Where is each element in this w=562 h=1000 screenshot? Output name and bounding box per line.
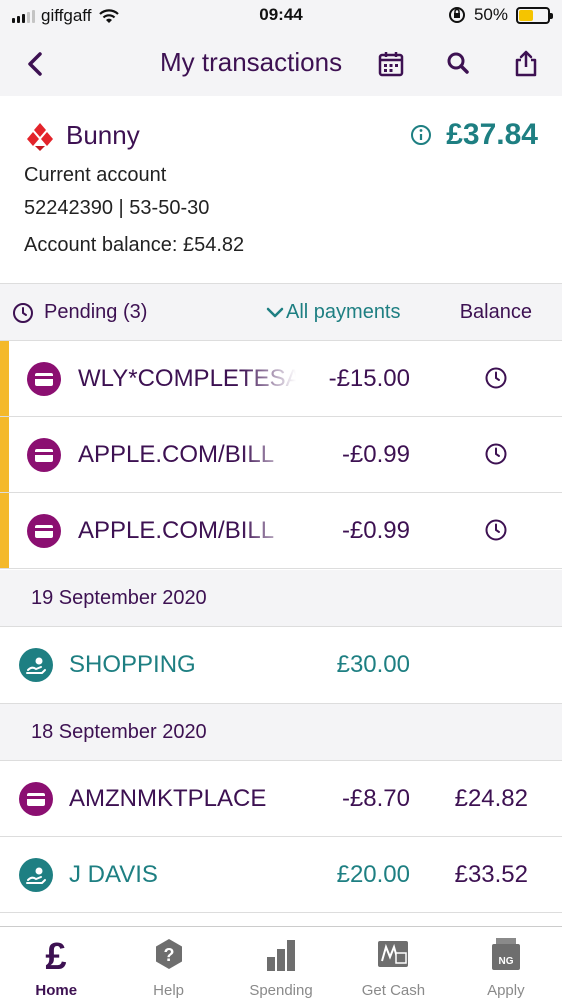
date-label: 19 September 2020 bbox=[31, 587, 207, 609]
filter-bar: Pending (3) All payments Balance bbox=[0, 284, 562, 341]
account-name: Bunny bbox=[66, 120, 140, 150]
tab-apply[interactable]: NG Apply bbox=[450, 927, 562, 1000]
pending-clock-icon bbox=[485, 443, 507, 465]
transaction-amount: £20.00 bbox=[336, 861, 410, 888]
card-payment-icon bbox=[27, 362, 61, 396]
tab-spending[interactable]: Spending bbox=[225, 927, 337, 1000]
transaction-amount: -£0.99 bbox=[341, 517, 410, 544]
pending-transaction-row[interactable]: WLY*COMPLETESA -£15.00 bbox=[0, 341, 562, 417]
tab-label: Get Cash bbox=[361, 982, 426, 999]
search-icon[interactable] bbox=[442, 48, 474, 80]
transaction-name: J DAVIS bbox=[69, 861, 158, 888]
balance-column-header: Balance bbox=[459, 301, 532, 323]
tab-label: Home bbox=[35, 982, 78, 999]
account-balance: Account balance: £54.82 bbox=[24, 234, 245, 256]
date-header: 19 September 2020 bbox=[0, 570, 562, 627]
tab-help[interactable]: ? Help bbox=[112, 927, 224, 1000]
calendar-icon[interactable] bbox=[375, 48, 407, 80]
info-icon[interactable] bbox=[410, 124, 432, 146]
bar-chart-icon bbox=[267, 940, 296, 971]
transaction-row[interactable]: SHOPPING £30.00 bbox=[0, 627, 562, 704]
clock-icon bbox=[13, 302, 33, 323]
transaction-amount: £30.00 bbox=[336, 651, 410, 678]
bank-logo-icon bbox=[27, 123, 53, 151]
battery-percent: 50% bbox=[473, 5, 508, 24]
transfer-icon bbox=[19, 858, 53, 892]
all-payments-label: All payments bbox=[286, 301, 401, 323]
account-numbers: 52242390 | 53-50-30 bbox=[24, 197, 210, 219]
transaction-name: WLY*COMPLETESA bbox=[78, 365, 296, 392]
pending-marker bbox=[0, 341, 9, 416]
status-bar: giffgaff 09:44 50% bbox=[0, 0, 562, 32]
date-header: 18 September 2020 bbox=[0, 704, 562, 761]
date-label: 18 September 2020 bbox=[31, 721, 207, 743]
pending-clock-icon bbox=[485, 519, 507, 541]
transaction-row[interactable]: J DAVIS £20.00 £33.52 bbox=[0, 837, 562, 913]
account-type: Current account bbox=[24, 164, 167, 186]
svg-text:?: ? bbox=[163, 945, 174, 965]
svg-text:£: £ bbox=[46, 936, 67, 975]
pending-marker bbox=[0, 417, 9, 492]
available-amount: £37.84 bbox=[446, 118, 538, 151]
transaction-balance: £33.52 bbox=[454, 861, 528, 888]
bottom-tab-bar: £ Home ? Help Spending Get Cash NG Apply bbox=[0, 926, 562, 1000]
transaction-name: SHOPPING bbox=[69, 651, 196, 678]
tab-label: Apply bbox=[487, 982, 525, 999]
tab-label: Help bbox=[153, 982, 185, 999]
transaction-amount: -£0.99 bbox=[341, 441, 410, 468]
chevron-down-icon bbox=[266, 307, 284, 317]
nav-bar: My transactions bbox=[0, 32, 562, 96]
pending-label: Pending (3) bbox=[44, 301, 148, 323]
transaction-row[interactable]: AMZNMKTPLACE -£8.70 £24.82 bbox=[0, 761, 562, 837]
get-cash-icon bbox=[378, 941, 409, 967]
all-payments-dropdown[interactable]: All payments bbox=[266, 301, 401, 324]
transaction-name: AMZNMKTPLACE bbox=[69, 785, 267, 812]
pending-clock-icon bbox=[485, 367, 507, 389]
help-icon: ? bbox=[155, 939, 182, 969]
transaction-balance: £24.82 bbox=[454, 785, 528, 812]
apply-icon: NG bbox=[491, 938, 520, 970]
battery-icon bbox=[516, 6, 553, 24]
share-icon[interactable] bbox=[510, 48, 542, 80]
transaction-amount: -£8.70 bbox=[341, 785, 410, 812]
transfer-icon bbox=[19, 648, 53, 682]
back-chevron-icon[interactable] bbox=[20, 48, 52, 80]
rotation-lock-icon bbox=[448, 7, 465, 23]
card-payment-icon bbox=[27, 514, 61, 548]
pending-transaction-row[interactable]: APPLE.COM/BILL -£0.99 bbox=[0, 493, 562, 569]
account-summary[interactable]: Bunny £37.84 Current account 52242390 | … bbox=[0, 96, 562, 284]
pound-icon: £ bbox=[46, 936, 67, 975]
pending-marker bbox=[0, 493, 9, 568]
pending-filter[interactable]: Pending (3) bbox=[12, 301, 147, 324]
page-title: My transactions bbox=[160, 47, 343, 77]
svg-text:NG: NG bbox=[498, 956, 513, 967]
transaction-amount: -£15.00 bbox=[328, 365, 410, 392]
tab-get-cash[interactable]: Get Cash bbox=[337, 927, 449, 1000]
card-payment-icon bbox=[27, 438, 61, 472]
transaction-name: APPLE.COM/BILL bbox=[78, 441, 275, 468]
transaction-name: APPLE.COM/BILL bbox=[78, 517, 275, 544]
pending-transaction-row[interactable]: APPLE.COM/BILL -£0.99 bbox=[0, 417, 562, 493]
card-payment-icon bbox=[19, 782, 53, 816]
tab-label: Spending bbox=[249, 982, 313, 999]
tab-home[interactable]: £ Home bbox=[0, 927, 112, 1000]
